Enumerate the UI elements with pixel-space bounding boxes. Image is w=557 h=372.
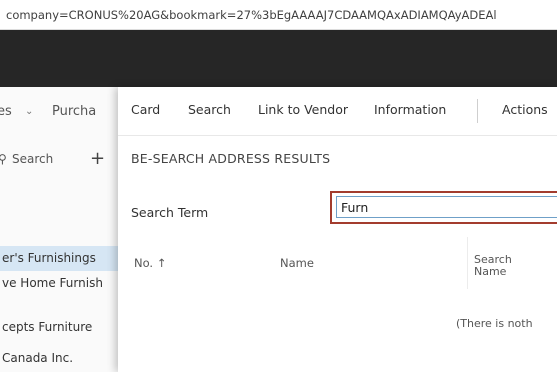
nav-item-purchasing[interactable]: Purcha [52,87,96,137]
app-top-bar [0,30,557,87]
background-nav: es ⌄ Purcha [0,87,130,137]
column-header-search-name-line2: Name [474,265,507,278]
url-text: company=CRONUS%20AG&bookmark=27%3bEgAAAA… [6,8,497,22]
menu-divider [477,99,478,123]
empty-list-message: (There is noth [456,317,533,330]
plus-icon[interactable]: + [90,137,105,181]
search-term-input[interactable] [336,196,557,218]
search-term-highlight [330,191,557,224]
menu-item-card[interactable]: Card [131,87,160,133]
chevron-down-icon[interactable]: ⌄ [25,87,33,137]
dialog-title: BE-SEARCH ADDRESS RESULTS [131,151,331,166]
dialog-action-menu: Card Search Link to Vendor Information A… [118,87,557,136]
browser-address-bar[interactable]: company=CRONUS%20AG&bookmark=27%3bEgAAAA… [0,0,557,30]
column-header-search-name[interactable]: Search Name [474,254,512,278]
column-header-name[interactable]: Name [280,256,314,270]
column-header-no[interactable]: No. ↑ [134,256,166,270]
menu-item-information[interactable]: Information [374,87,446,133]
background-search-button[interactable]: Search [12,137,53,182]
search-results-dialog: Card Search Link to Vendor Information A… [118,87,557,372]
column-divider [467,237,468,289]
menu-item-link-to-vendor[interactable]: Link to Vendor [258,87,348,133]
list-item[interactable]: cepts Furniture [0,315,125,340]
menu-item-search[interactable]: Search [188,87,231,133]
background-action-bar: ⚲ Search + [0,137,130,182]
search-icon[interactable]: ⚲ [0,137,7,182]
search-term-label: Search Term [131,205,209,220]
list-item[interactable]: er's Furnishings [0,246,125,271]
nav-item-sales[interactable]: es [0,87,12,137]
menu-item-actions[interactable]: Actions [502,87,548,133]
list-item[interactable]: ve Home Furnish [0,271,125,296]
list-item[interactable]: Canada Inc. [0,346,125,371]
